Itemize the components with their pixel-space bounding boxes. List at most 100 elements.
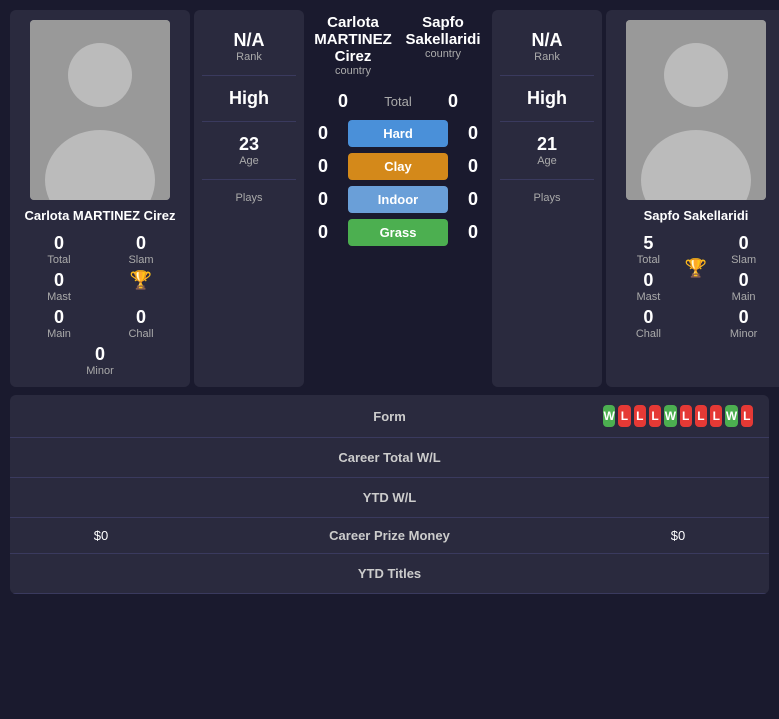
right-minor-cell: 0 Minor xyxy=(711,307,776,340)
hard-left: 0 xyxy=(308,123,338,144)
total-score-right: 0 xyxy=(438,91,468,112)
left-minor-cell: 0 Minor xyxy=(20,344,180,377)
right-rank-label: Rank xyxy=(534,51,560,63)
left-player-avatar xyxy=(30,20,170,200)
left-main-value: 0 xyxy=(54,307,64,328)
right-high-block: High xyxy=(500,76,594,122)
indoor-row: 0 Indoor 0 xyxy=(308,184,488,215)
right-player-name: Sapfo Sakellaridi xyxy=(644,208,749,223)
ytd-wl-row: YTD W/L xyxy=(10,478,769,518)
prize-label: Career Prize Money xyxy=(176,528,603,543)
right-mast-value: 0 xyxy=(643,270,653,291)
right-main-value: 0 xyxy=(739,270,749,291)
form-badge-l: L xyxy=(695,405,707,427)
ytd-titles-label: YTD Titles xyxy=(26,566,753,581)
right-trophy-cell: 🏆 xyxy=(685,233,707,303)
left-mast-cell: 0 Mast xyxy=(20,270,98,303)
form-badges-container: WLLLWLLLWL xyxy=(603,405,753,427)
middle-section: N/A Rank High 23 Age Plays xyxy=(194,10,602,387)
form-badge-l: L xyxy=(634,405,646,427)
left-total-cell: 0 Total xyxy=(20,233,98,266)
left-mast-value: 0 xyxy=(54,270,64,291)
left-chall-cell: 0 Chall xyxy=(102,307,180,340)
right-chall-label: Chall xyxy=(636,328,661,340)
left-stats-grid: 0 Total 0 Slam 0 Mast 🏆 0 Main xyxy=(20,233,180,377)
right-trophy-icon: 🏆 xyxy=(685,258,707,279)
total-score-label: Total xyxy=(368,94,428,109)
right-age-value: 21 xyxy=(537,134,557,155)
total-score-left: 0 xyxy=(328,91,358,112)
grass-row: 0 Grass 0 xyxy=(308,217,488,248)
left-player-name: Carlota MARTINEZ Cirez xyxy=(25,208,176,223)
left-mast-label: Mast xyxy=(47,291,71,303)
right-age-block: 21 Age xyxy=(500,122,594,180)
form-badge-w: W xyxy=(603,405,615,427)
grass-left: 0 xyxy=(308,222,338,243)
right-plays-value: Plays xyxy=(534,192,561,204)
right-stats-grid: 5 Total 🏆 0 Slam 0 Mast 0 Main xyxy=(616,233,776,340)
left-slam-cell: 0 Slam xyxy=(102,233,180,266)
center-left-name-text: Carlota MARTINEZ Cirez xyxy=(308,14,398,65)
form-badge-l: L xyxy=(680,405,692,427)
right-total-value: 5 xyxy=(643,233,653,254)
left-slam-value: 0 xyxy=(136,233,146,254)
grass-btn: Grass xyxy=(348,219,448,246)
right-main-cell: 0 Main xyxy=(711,270,776,303)
left-plays-block: Plays xyxy=(202,180,296,216)
right-chall-value: 0 xyxy=(643,307,653,328)
right-mast-cell: 0 Mast xyxy=(616,270,681,303)
right-total-label: Total xyxy=(637,254,660,266)
indoor-left: 0 xyxy=(308,189,338,210)
right-total-cell: 5 Total xyxy=(616,233,681,266)
right-slam-cell: 0 Slam xyxy=(711,233,776,266)
form-label: Form xyxy=(176,409,603,424)
prize-left: $0 xyxy=(26,528,176,543)
clay-right: 0 xyxy=(458,156,488,177)
career-wl-label: Career Total W/L xyxy=(26,450,753,465)
prize-right: $0 xyxy=(603,528,753,543)
left-main-label: Main xyxy=(47,328,71,340)
left-country-label: country xyxy=(308,65,398,77)
right-info-panel: N/A Rank High 21 Age Plays xyxy=(492,10,602,387)
left-chall-value: 0 xyxy=(136,307,146,328)
right-player-card: Sapfo Sakellaridi 5 Total 🏆 0 Slam 0 Mas… xyxy=(606,10,779,387)
left-minor-label: Minor xyxy=(86,365,114,377)
left-slam-label: Slam xyxy=(128,254,153,266)
center-panel: Carlota MARTINEZ Cirez country Sapfo Sak… xyxy=(308,10,488,387)
right-main-label: Main xyxy=(732,291,756,303)
form-badge-l: L xyxy=(710,405,722,427)
right-country-label: country xyxy=(398,48,488,60)
surface-rows: 0 Hard 0 0 Clay 0 0 Indoor 0 xyxy=(308,118,488,387)
clay-left: 0 xyxy=(308,156,338,177)
career-wl-row: Career Total W/L xyxy=(10,438,769,478)
left-player-card: Carlota MARTINEZ Cirez 0 Total 0 Slam 0 … xyxy=(10,10,190,387)
form-row: Form WLLLWLLLWL xyxy=(10,395,769,438)
left-age-value: 23 xyxy=(239,134,259,155)
left-total-label: Total xyxy=(47,254,70,266)
right-minor-label: Minor xyxy=(730,328,758,340)
clay-btn: Clay xyxy=(348,153,448,180)
center-header: Carlota MARTINEZ Cirez country Sapfo Sak… xyxy=(308,10,488,85)
right-player-avatar xyxy=(626,20,766,200)
form-badge-l: L xyxy=(741,405,753,427)
hard-row: 0 Hard 0 xyxy=(308,118,488,149)
left-total-value: 0 xyxy=(54,233,64,254)
right-chall-cell: 0 Chall xyxy=(616,307,681,340)
clay-row: 0 Clay 0 xyxy=(308,151,488,182)
center-left-name: Carlota MARTINEZ Cirez country xyxy=(308,14,398,77)
bottom-rows: Form WLLLWLLLWL Career Total W/L YTD W/L… xyxy=(10,395,769,594)
top-section: Carlota MARTINEZ Cirez 0 Total 0 Slam 0 … xyxy=(10,10,769,387)
right-slam-label: Slam xyxy=(731,254,756,266)
left-plays-value: Plays xyxy=(236,192,263,204)
main-container: Carlota MARTINEZ Cirez 0 Total 0 Slam 0 … xyxy=(0,0,779,604)
left-chall-label: Chall xyxy=(128,328,153,340)
right-rank-value: N/A xyxy=(532,30,563,51)
indoor-right: 0 xyxy=(458,189,488,210)
total-score-row: 0 Total 0 xyxy=(308,87,488,116)
right-mast-label: Mast xyxy=(636,291,660,303)
left-rank-block: N/A Rank xyxy=(202,18,296,76)
left-main-cell: 0 Main xyxy=(20,307,98,340)
left-age-label: Age xyxy=(239,155,259,167)
form-badge-w: W xyxy=(664,405,676,427)
left-high-value: High xyxy=(229,88,269,109)
